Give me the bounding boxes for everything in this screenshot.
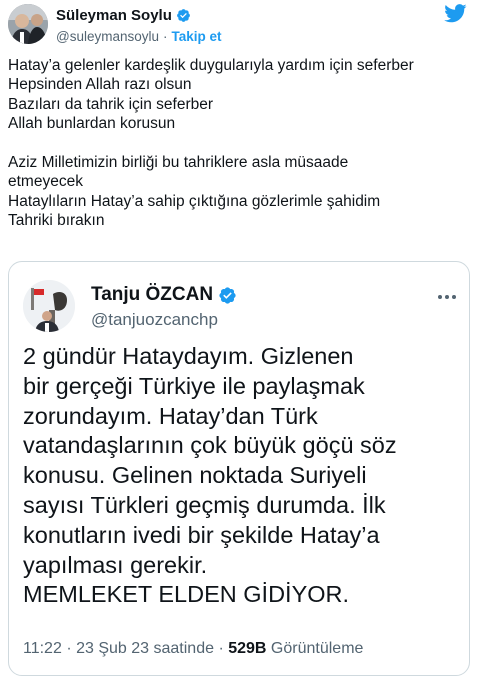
- quoted-tweet-line: MEMLEKET ELDEN GİDİYOR.: [23, 581, 350, 608]
- verified-badge-icon: [218, 286, 237, 305]
- tweet-time[interactable]: 11:22: [23, 640, 62, 657]
- separator-dot: ·: [218, 640, 224, 657]
- follow-button[interactable]: Takip et: [172, 29, 222, 44]
- quoted-author-name[interactable]: Tanju ÖZCAN: [91, 284, 213, 306]
- author-name-row: Süleyman Soylu: [56, 6, 222, 24]
- verified-badge-icon: [176, 8, 191, 23]
- quoted-tweet-line: konutların ivedi bir şekilde Hatay’a: [23, 521, 380, 548]
- twitter-bird-icon[interactable]: [444, 4, 467, 23]
- quoted-tweet-line: zorundayım. Hatay’dan Türk: [23, 402, 318, 429]
- quoted-tweet-card[interactable]: Tanju ÖZCAN @tanjuozcanchp 2 gündür Hata…: [8, 261, 470, 676]
- tweet-line: Hataylıların Hatay’a sahip çıktığına göz…: [8, 192, 381, 210]
- quoted-tweet-line: sayısı Türkleri geçmiş durumda. İlk: [23, 491, 386, 518]
- views-label: Görüntüleme: [270, 640, 364, 657]
- tweet-date[interactable]: 23 Şub 23 saatinde: [76, 640, 214, 657]
- separator-dot: ·: [163, 28, 168, 44]
- tweet-line: Hepsinden Allah razı olsun: [8, 76, 192, 94]
- author-block: Süleyman Soylu @suleymansoylu · Takip et: [56, 6, 222, 45]
- quoted-tweet-meta: 11:22 · 23 Şub 23 saatinde · 529B Görünt…: [23, 640, 363, 658]
- quoted-tweet-text: 2 gündür Hataydayım. Gizlenen bir gerçeğ…: [23, 342, 463, 610]
- quoted-tweet-line: yapılması gerekir.: [23, 551, 208, 578]
- quoted-tweet-line: vatandaşlarının çok büyük göçü söz: [23, 432, 397, 459]
- tweet-line: Bazıları da tahrik için seferber: [8, 95, 214, 113]
- tweet-header: Süleyman Soylu @suleymansoylu · Takip et: [8, 2, 469, 48]
- tweet-line: etmeyecek: [8, 173, 83, 191]
- author-avatar[interactable]: [8, 4, 48, 44]
- quoted-author-handle[interactable]: @tanjuozcanchp: [91, 310, 218, 330]
- tweet-line: Hatay’a gelenler kardeşlik duygularıyla …: [8, 57, 414, 74]
- separator-dot: ·: [66, 640, 72, 657]
- more-options-icon[interactable]: [435, 287, 459, 307]
- quoted-name-row: Tanju ÖZCAN: [91, 284, 237, 306]
- handle-row: @suleymansoylu · Takip et: [56, 27, 222, 45]
- quoted-author-avatar[interactable]: [23, 280, 75, 332]
- quoted-tweet-line: bir gerçeği Türkiye ile paylaşmak: [23, 372, 365, 399]
- quoted-tweet-line: konusu. Gelinen noktada Suriyeli: [23, 462, 367, 489]
- tweet-text: Hatay’a gelenler kardeşlik duygularıyla …: [8, 56, 470, 231]
- tweet-line: Aziz Milletimizin birliği bu tahriklere …: [8, 154, 349, 172]
- quoted-tweet-line: 2 gündür Hataydayım. Gizlenen: [23, 343, 354, 369]
- author-handle[interactable]: @suleymansoylu: [56, 29, 159, 44]
- tweet-line: Tahriki bırakın: [8, 212, 105, 230]
- views-count: 529B: [228, 640, 267, 657]
- author-name[interactable]: Süleyman Soylu: [56, 7, 172, 24]
- tweet-line: Allah bunlardan korusun: [8, 115, 176, 133]
- tweet-embed: Süleyman Soylu @suleymansoylu · Takip et: [0, 0, 477, 680]
